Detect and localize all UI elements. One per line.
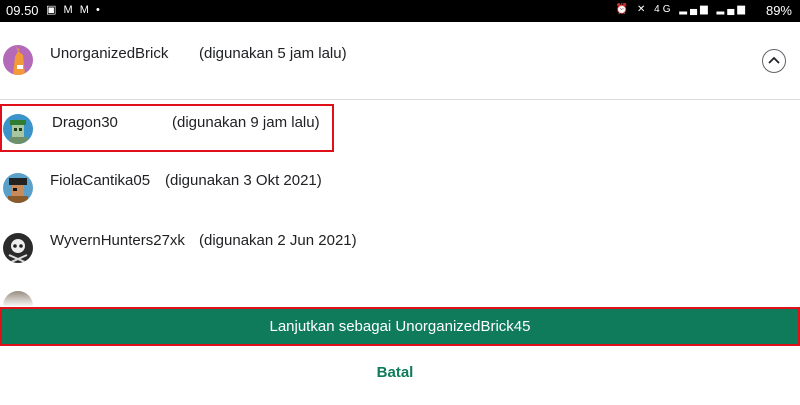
mail-icon: M — [79, 4, 91, 16]
4g-icon: 4G — [654, 4, 674, 15]
system-icons: ⏰ ✕ 4G ▂▄▆ ▂▄▆ — [616, 4, 748, 15]
chevron-up-icon — [768, 56, 780, 64]
dot-icon: • — [95, 4, 102, 16]
continue-button[interactable]: Lanjutkan sebagai UnorganizedBrick45 — [0, 307, 800, 346]
list-fade — [0, 286, 800, 306]
account-last-used: (digunakan 3 Okt 2021) — [165, 172, 322, 189]
account-last-used: (digunakan 5 jam lalu) — [199, 45, 347, 62]
skull-avatar-icon — [3, 233, 33, 263]
status-bar: 09.50 ▣ M M • ⏰ ✕ 4G ▂▄▆ ▂▄▆ 89% — [0, 0, 800, 22]
account-row[interactable]: FiolaCantika05 (digunakan 3 Okt 2021) — [0, 158, 800, 218]
signal-icon: ▂▄▆ — [679, 4, 711, 15]
account-row[interactable]: WyvernHunters27xk (digunakan 2 Jun 2021) — [0, 218, 800, 278]
image-icon: ▣ — [46, 4, 59, 16]
mute-icon: ✕ — [636, 4, 649, 15]
mail-icon: M — [63, 4, 75, 16]
signal-icon: ▂▄▆ — [716, 4, 748, 15]
cancel-button[interactable]: Batal — [350, 364, 440, 388]
account-name: FiolaCantika05 — [50, 172, 151, 189]
notification-icons: ▣ M M • — [46, 3, 102, 16]
battery-level: 89% — [765, 3, 792, 18]
status-time: 09.50 — [6, 3, 39, 18]
account-name: UnorganizedBrick — [50, 45, 169, 62]
alarm-icon: ⏰ — [615, 4, 632, 15]
account-last-used: (digunakan 2 Jun 2021) — [199, 232, 357, 249]
horse-avatar-icon — [3, 45, 33, 75]
account-row[interactable]: UnorganizedBrick (digunakan 5 jam lalu) — [0, 22, 800, 100]
pirate-avatar-icon — [3, 173, 33, 203]
selection-highlight — [0, 104, 334, 152]
account-name: WyvernHunters27xk — [50, 232, 185, 249]
collapse-button[interactable] — [762, 49, 786, 73]
